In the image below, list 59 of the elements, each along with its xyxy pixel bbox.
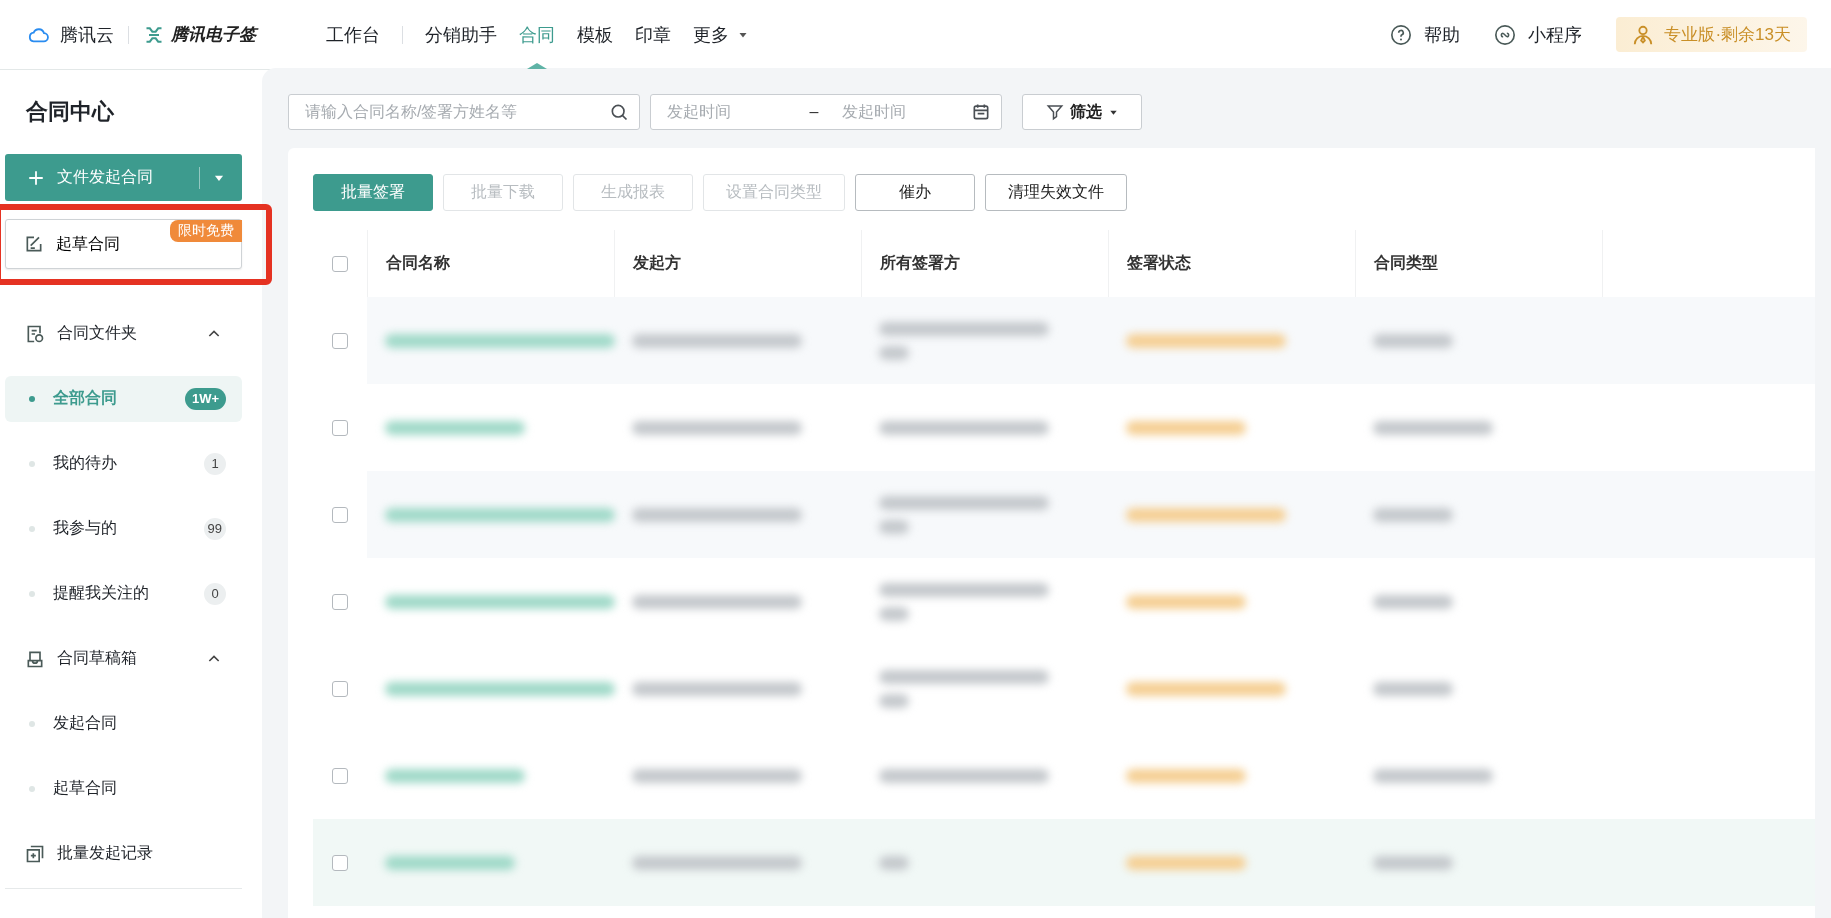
filter-icon bbox=[1045, 103, 1064, 121]
checkbox[interactable] bbox=[332, 767, 348, 784]
table-row[interactable] bbox=[313, 819, 1815, 906]
filter-button[interactable]: 筛选 bbox=[1022, 94, 1142, 130]
checkbox[interactable] bbox=[332, 506, 348, 523]
redacted-text bbox=[879, 345, 909, 360]
count-badge: 1 bbox=[204, 452, 226, 475]
folder-doc-icon bbox=[25, 323, 45, 344]
group-label: 合同草稿箱 bbox=[57, 648, 138, 668]
count-badge: 1W+ bbox=[184, 387, 226, 410]
search-field[interactable]: 请输入合同名称/签署方姓名等 bbox=[288, 94, 640, 130]
checkbox[interactable] bbox=[332, 255, 348, 272]
nav-link[interactable]: 工作台 bbox=[326, 22, 380, 47]
date-range-field[interactable]: 发起时间 – 发起时间 bbox=[650, 94, 1002, 130]
nav-link[interactable]: 印章 bbox=[635, 22, 671, 47]
redacted-text bbox=[879, 693, 909, 708]
mini-program-link[interactable]: 小程序 bbox=[1494, 22, 1583, 47]
sidebar-title: 合同中心 bbox=[25, 98, 115, 126]
date-separator: – bbox=[809, 103, 819, 121]
folder-item[interactable]: 提醒我关注的 0 bbox=[5, 570, 242, 617]
folder-item[interactable]: 起草合同 bbox=[5, 765, 242, 812]
free-badge: 限时免费 bbox=[170, 220, 242, 242]
redacted-text bbox=[879, 855, 909, 870]
action-button[interactable]: 清理失效文件 bbox=[985, 174, 1127, 211]
checkbox[interactable] bbox=[332, 332, 348, 349]
sidebar-link[interactable]: 批量发起记录 bbox=[5, 821, 242, 886]
help-link[interactable]: 帮助 bbox=[1390, 22, 1461, 47]
redacted-text bbox=[879, 519, 909, 534]
nav-link[interactable]: 分销助手 bbox=[425, 22, 497, 47]
question-icon bbox=[1390, 23, 1413, 46]
checkbox[interactable] bbox=[332, 680, 348, 697]
nav-link[interactable]: 模板 bbox=[577, 22, 613, 47]
checkbox[interactable] bbox=[332, 593, 348, 610]
user-icon bbox=[1632, 23, 1655, 46]
count-badge: 0 bbox=[204, 582, 226, 605]
search-icon bbox=[609, 102, 629, 122]
link-label: 批量发起记录 bbox=[57, 843, 154, 863]
date-end-input[interactable]: 发起时间 bbox=[840, 102, 963, 122]
stack-plus-icon bbox=[25, 843, 45, 864]
plus-icon bbox=[27, 168, 45, 187]
edit-icon bbox=[24, 234, 44, 254]
draft-contract-button[interactable]: 起草合同 限时免费 bbox=[5, 219, 242, 269]
calendar-icon bbox=[971, 102, 991, 122]
search-input[interactable]: 请输入合同名称/签署方姓名等 bbox=[303, 102, 601, 122]
folder-item[interactable]: 发起合同 bbox=[5, 700, 242, 747]
checkbox[interactable] bbox=[332, 854, 348, 871]
nav-link[interactable]: 更多 bbox=[693, 22, 749, 47]
redacted-text bbox=[879, 606, 909, 621]
folder-item[interactable]: 我的待办 1 bbox=[5, 440, 242, 487]
date-start-input[interactable]: 发起时间 bbox=[665, 102, 788, 122]
checkbox[interactable] bbox=[332, 419, 348, 436]
folder-item[interactable]: 我参与的 99 bbox=[5, 505, 242, 552]
folder-group-header[interactable]: 合同草稿箱 bbox=[5, 626, 242, 691]
count-badge: 99 bbox=[203, 517, 226, 540]
brand-name: 腾讯云 bbox=[60, 23, 114, 47]
folder-group-header[interactable]: 合同文件夹 bbox=[5, 301, 242, 366]
group-label: 合同文件夹 bbox=[57, 323, 138, 343]
action-button[interactable]: 催办 bbox=[855, 174, 975, 211]
link-circle-icon bbox=[1494, 23, 1517, 46]
